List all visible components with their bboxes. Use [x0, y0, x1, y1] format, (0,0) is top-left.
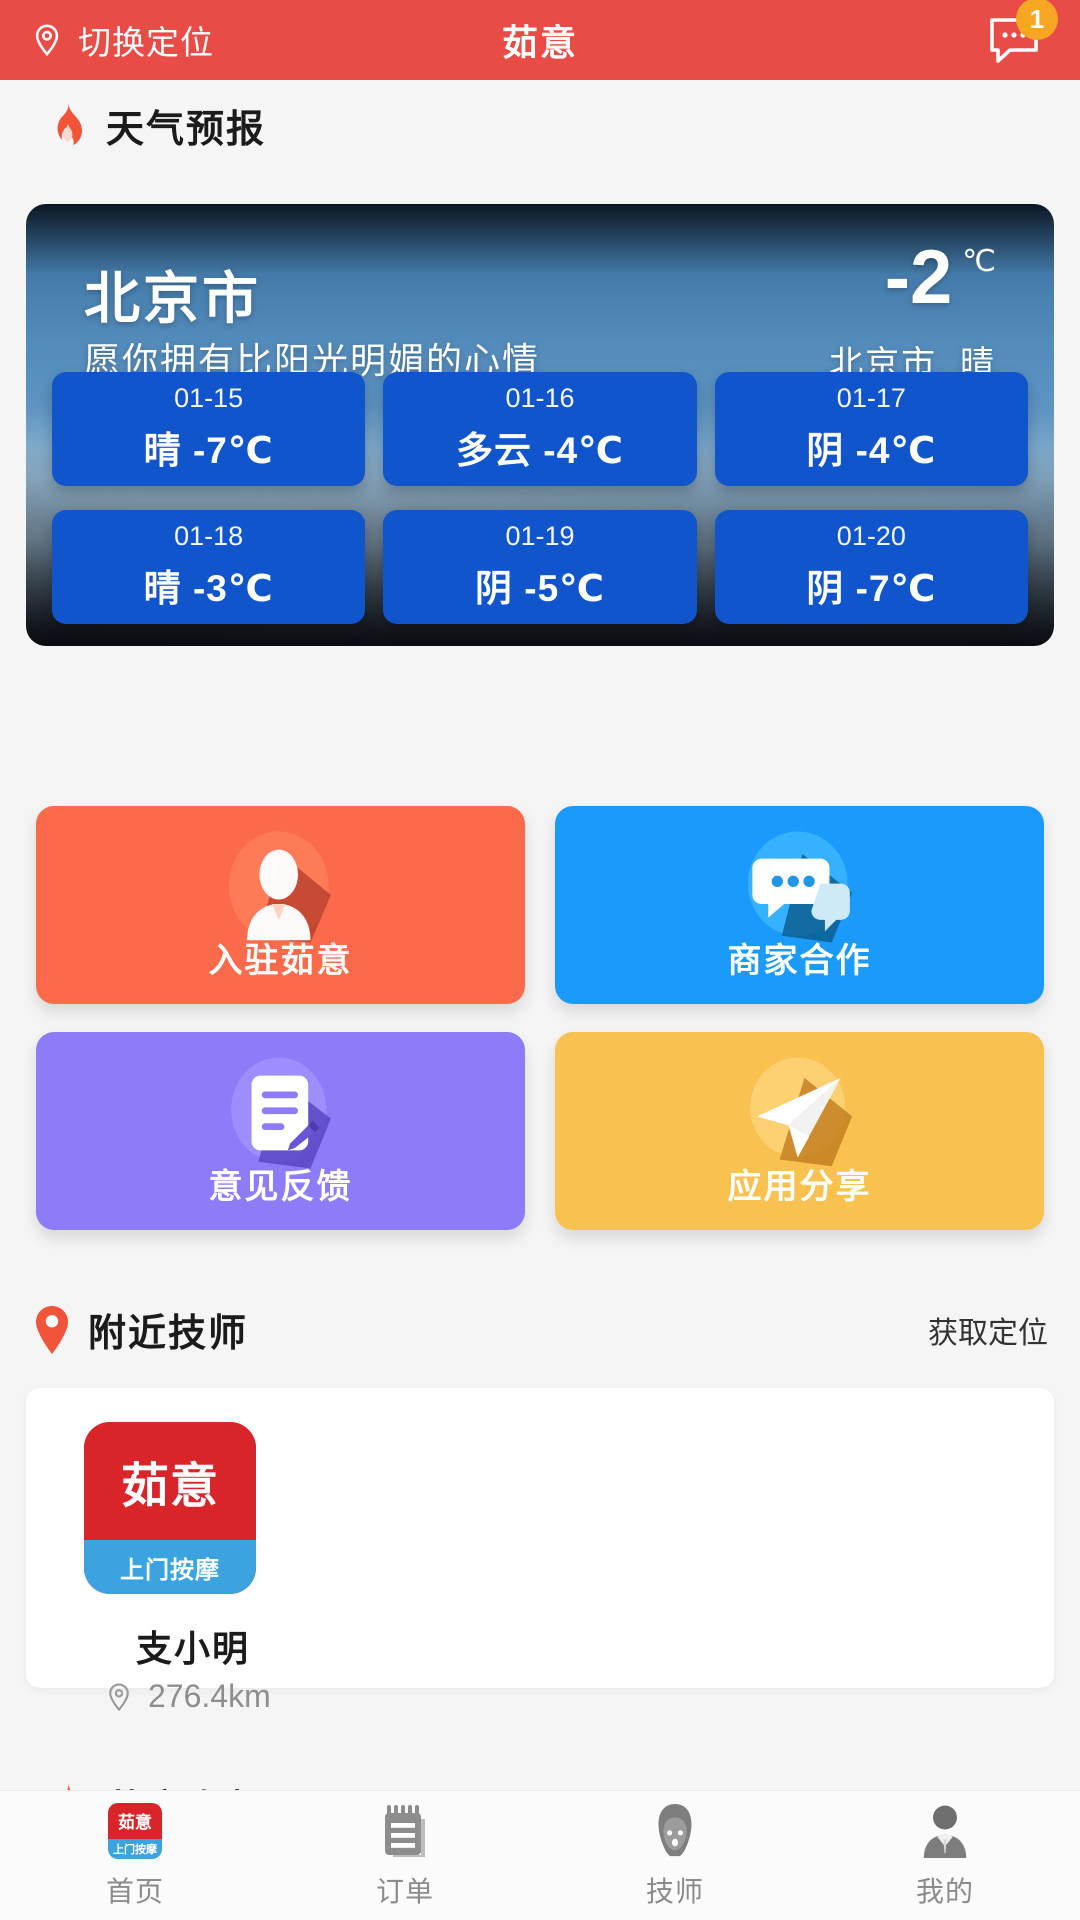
weather-card[interactable]: 北京市 愿你拥有比阳光明媚的心情 -2 ℃ 北京市 晴 01-15 晴 -7℃ … [26, 204, 1054, 646]
current-temperature: -2 [884, 235, 953, 320]
forecast-condition: 阴 -4℃ [806, 429, 937, 471]
action-card-feedback[interactable]: 意见反馈 [36, 1032, 525, 1230]
forecast-date: 01-18 [174, 521, 244, 552]
avatar-logo-top: 茹意 [84, 1422, 256, 1540]
switch-location-button[interactable]: 切换定位 [0, 16, 330, 64]
action-card-merchant[interactable]: 商家合作 [555, 806, 1044, 1004]
document-pencil-icon [213, 1050, 349, 1176]
forecast-tile[interactable]: 01-17 阴 -4℃ [714, 372, 1028, 486]
female-person-icon [646, 1802, 704, 1860]
action-card-join[interactable]: 入驻茹意 [36, 806, 525, 1004]
action-card-label: 应用分享 [727, 1168, 872, 1206]
weather-section-header: 天气预报 [46, 98, 266, 153]
forecast-condition: 多云 -4℃ [456, 429, 624, 471]
switch-location-label: 切换定位 [78, 24, 214, 61]
nearby-section-title: 附近技师 [88, 1313, 249, 1355]
nearby-title-group: 附近技师 [32, 1302, 248, 1357]
app-header: 切换定位 茹意 1 [0, 0, 1080, 80]
forecast-date: 01-20 [836, 521, 906, 552]
tab-label: 技师 [645, 1875, 704, 1907]
app-logo-icon: 茹意 上门按摩 [106, 1802, 164, 1860]
forecast-date: 01-15 [174, 383, 244, 414]
action-card-label: 入驻茹意 [208, 942, 353, 980]
notepad-icon [376, 1802, 434, 1860]
page-title: 茹意 [501, 22, 578, 63]
location-small-icon [104, 1682, 134, 1712]
weather-city: 北京市 [84, 267, 261, 330]
temperature-unit: ℃ [962, 245, 996, 278]
forecast-grid: 01-15 晴 -7℃ 01-16 多云 -4℃ 01-17 阴 -4℃ 01-… [52, 372, 1028, 624]
technician-avatar: 茹意 上门按摩 [84, 1422, 256, 1594]
nearby-section-header: 附近技师 获取定位 [32, 1302, 1048, 1357]
weather-section-title: 天气预报 [106, 109, 267, 151]
tab-label: 我的 [915, 1875, 974, 1907]
forecast-date: 01-19 [505, 521, 575, 552]
tab-label: 订单 [375, 1875, 434, 1907]
technician-card[interactable]: 茹意 上门按摩 支小明 276.4km [26, 1388, 1054, 1714]
chat-bubbles-icon [732, 824, 868, 950]
technician-distance: 276.4km [148, 1678, 271, 1714]
forecast-condition: 晴 -7℃ [143, 429, 274, 471]
bottom-tab-bar: 茹意 上门按摩 首页 订单 技师 我的 [0, 1790, 1080, 1920]
app-logo-bottom-text: 上门按摩 [108, 1838, 162, 1859]
forecast-tile[interactable]: 01-20 阴 -7℃ [714, 510, 1028, 624]
action-card-share[interactable]: 应用分享 [555, 1032, 1044, 1230]
suited-person-icon [916, 1802, 974, 1860]
technician-distance-row: 276.4km [104, 1678, 271, 1715]
app-logo-top-text: 茹意 [108, 1802, 162, 1839]
avatar-logo-bottom: 上门按摩 [84, 1540, 256, 1594]
location-pin-icon [30, 23, 64, 57]
forecast-tile[interactable]: 01-16 多云 -4℃ [383, 372, 697, 486]
forecast-date: 01-16 [505, 383, 575, 414]
tab-home[interactable]: 茹意 上门按摩 首页 [0, 1802, 270, 1910]
forecast-date: 01-17 [836, 383, 906, 414]
weather-current: -2 ℃ 北京市 晴 [829, 240, 996, 385]
tab-profile[interactable]: 我的 [810, 1802, 1080, 1910]
get-location-button[interactable]: 获取定位 [928, 1308, 1048, 1352]
forecast-condition: 阴 -5℃ [475, 567, 605, 609]
forecast-tile[interactable]: 01-15 晴 -7℃ [52, 372, 366, 486]
forecast-tile[interactable]: 01-19 阴 -5℃ [383, 510, 697, 624]
forecast-tile[interactable]: 01-18 晴 -3℃ [52, 510, 366, 624]
tab-technicians[interactable]: 技师 [540, 1802, 810, 1910]
tab-orders[interactable]: 订单 [270, 1802, 540, 1910]
tab-label: 首页 [105, 1875, 164, 1907]
quick-actions-grid: 入驻茹意 商家合作 意见反馈 应用分享 [36, 806, 1044, 1230]
paper-plane-icon [732, 1050, 868, 1176]
action-card-label: 意见反馈 [208, 1168, 353, 1206]
unread-badge: 1 [1016, 0, 1058, 40]
technician-name: 支小明 [136, 1628, 251, 1669]
flame-icon [46, 100, 90, 152]
forecast-condition: 晴 -3℃ [143, 567, 274, 609]
person-avatar-icon [213, 824, 349, 950]
forecast-condition: 阴 -7℃ [806, 567, 937, 609]
action-card-label: 商家合作 [727, 942, 872, 980]
messages-button[interactable]: 1 [750, 0, 1080, 66]
app-screen: 切换定位 茹意 1 天气预报 北京市 愿你拥有比阳光明媚的心情 -2 ℃ 北京市… [0, 0, 1080, 1920]
map-pin-icon [32, 1304, 72, 1356]
